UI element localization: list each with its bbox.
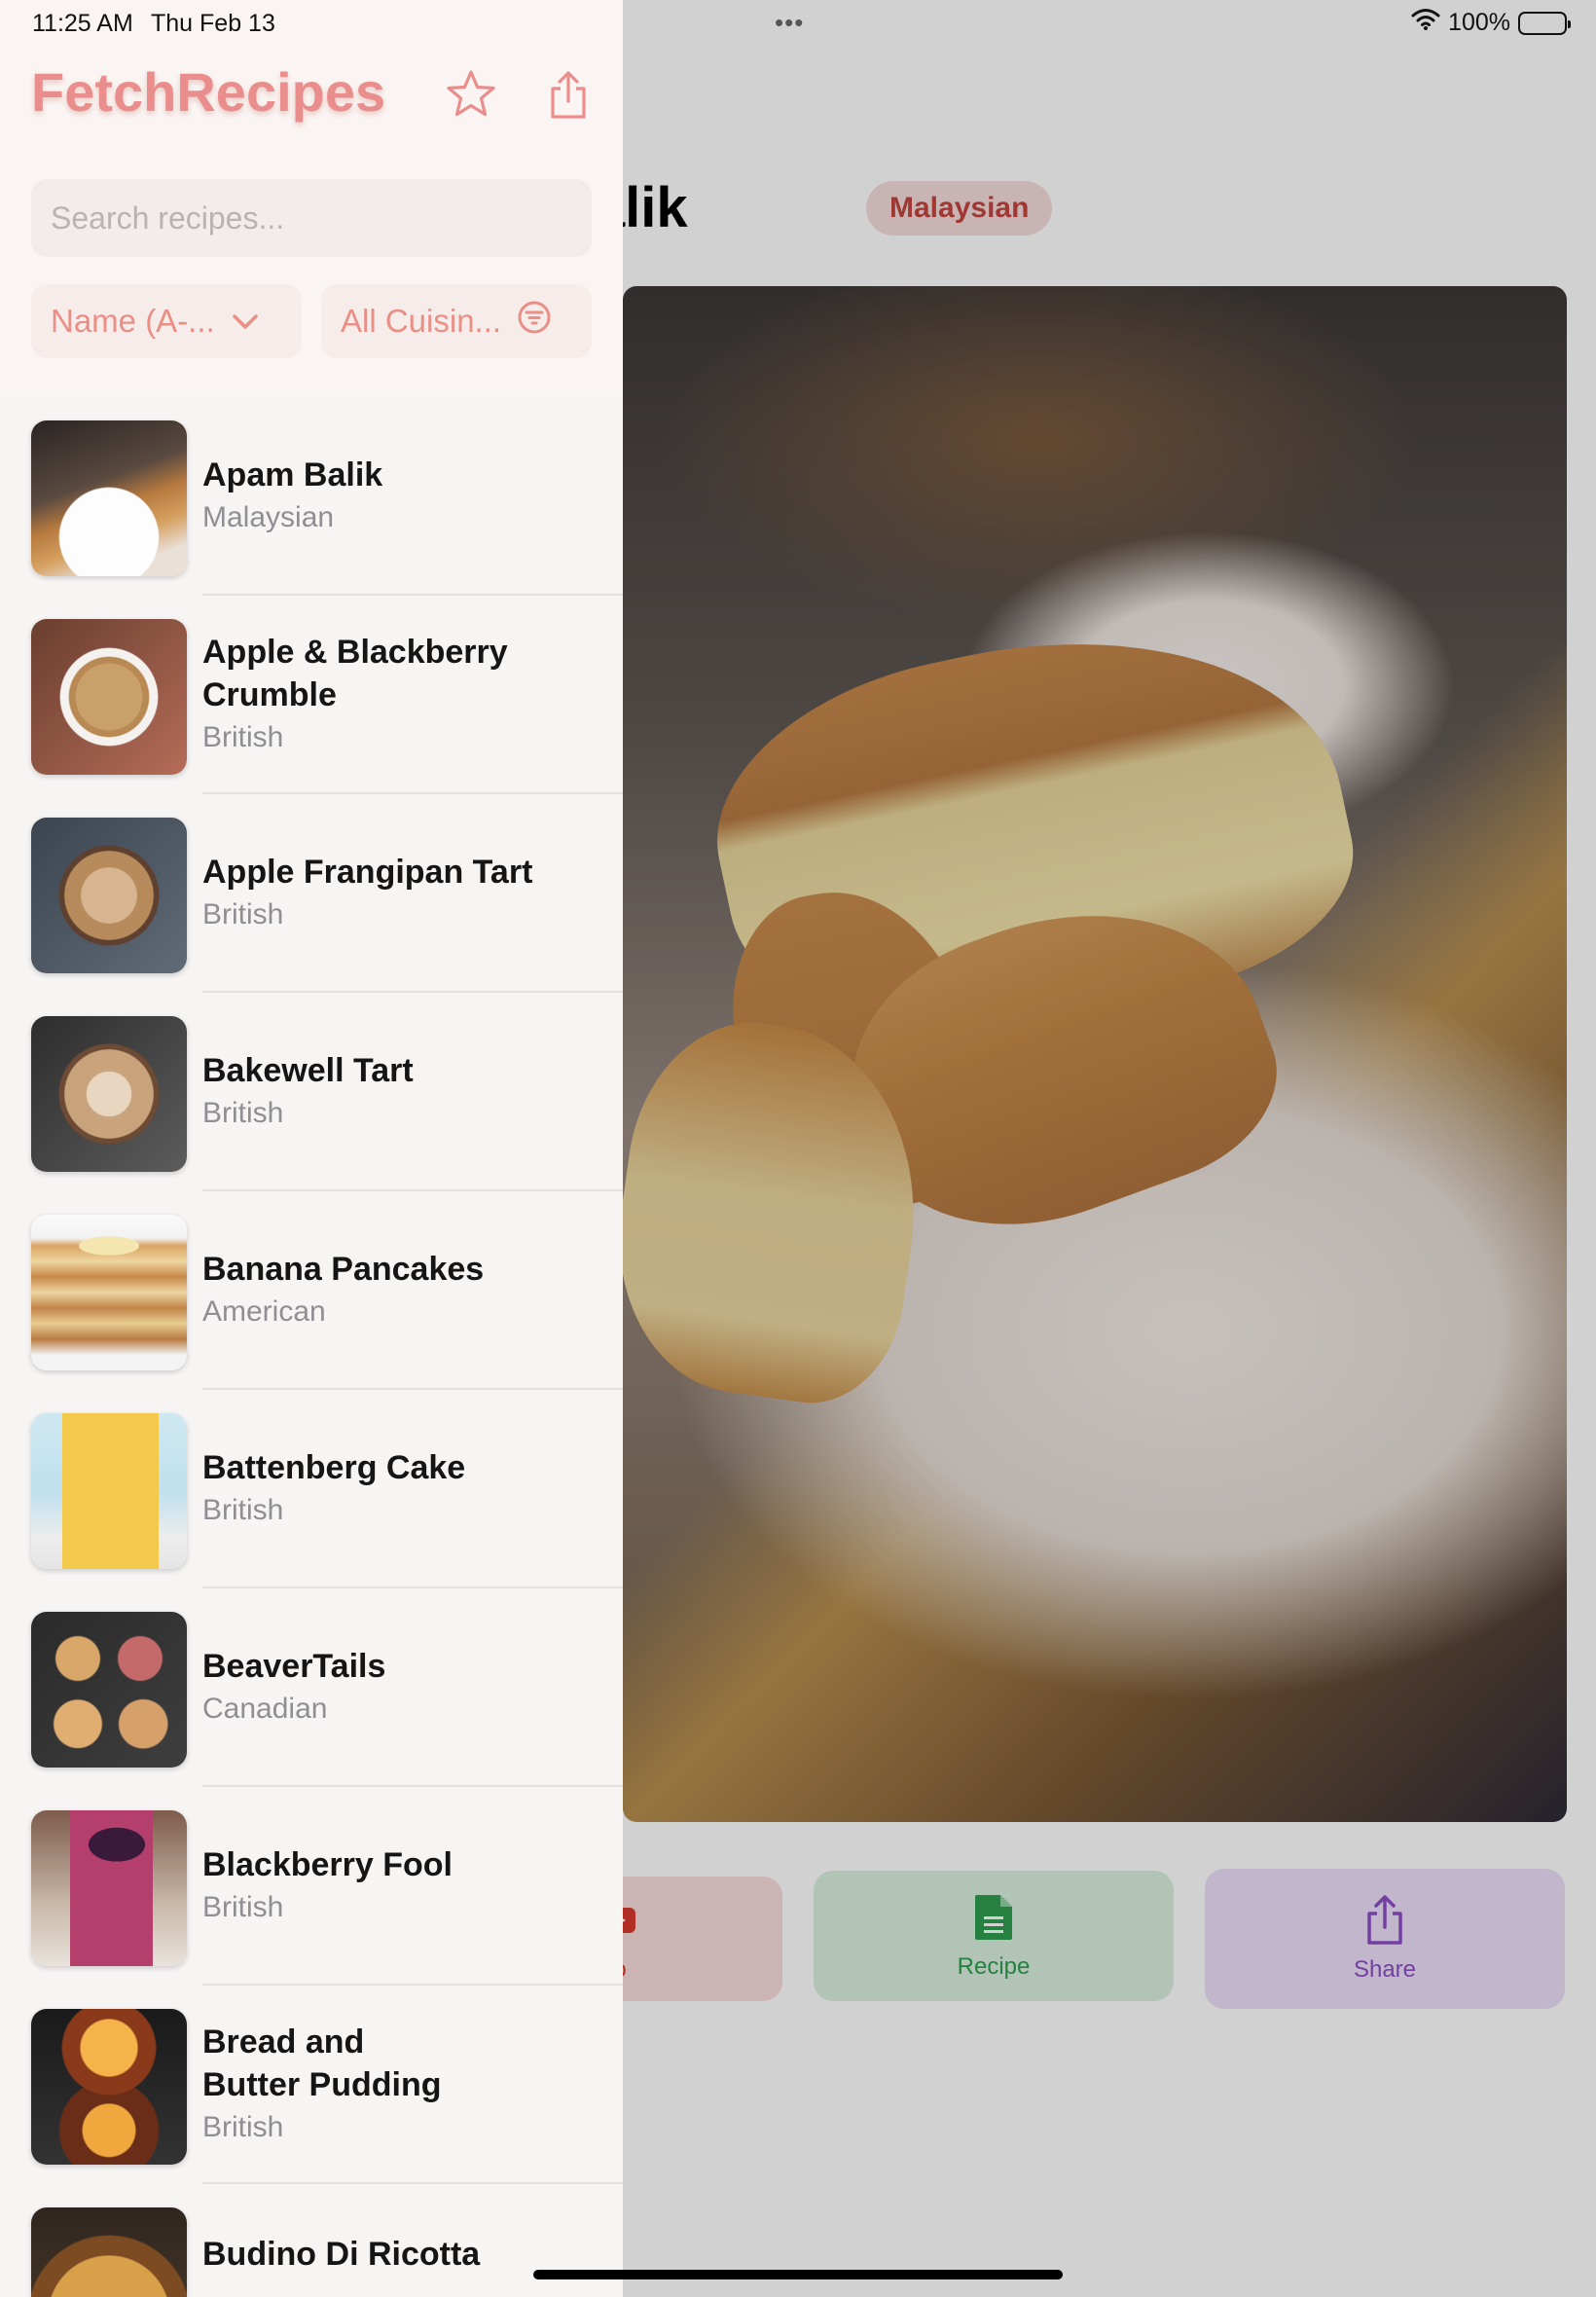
recipe-thumbnail [31, 1612, 187, 1768]
recipe-sidebar: FetchRecipes Name (A-... All Cuisin. [0, 0, 623, 2297]
share-icon [547, 70, 590, 126]
recipe-cuisine: British [202, 721, 284, 753]
recipe-thumbnail [31, 2207, 187, 2297]
recipe-thumbnail [31, 1810, 187, 1966]
recipe-thumbnail [31, 2009, 187, 2165]
recipe-row[interactable]: Battenberg Cake British [0, 1390, 623, 1588]
recipe-thumbnail [31, 619, 187, 775]
recipe-cuisine: Canadian [202, 1693, 328, 1725]
recipe-cuisine: British [202, 1494, 284, 1526]
recipe-name: Apam Balik [202, 456, 383, 493]
recipe-cuisine: British [202, 898, 284, 930]
sort-picker-label: Name (A-... [51, 303, 215, 339]
recipe-cuisine: Malaysian [202, 501, 335, 533]
recipe-cuisine: British [202, 2111, 284, 2143]
home-indicator[interactable] [533, 2270, 1063, 2279]
wifi-icon [1411, 8, 1440, 38]
status-indicators: 100% [1411, 8, 1571, 38]
app-title: FetchRecipes [31, 61, 386, 123]
favorites-button[interactable] [444, 68, 498, 123]
recipe-row[interactable]: BeaverTails Canadian [0, 1588, 623, 1787]
star-icon [446, 69, 496, 123]
recipe-name: Banana Pancakes [202, 1251, 485, 1288]
recipe-name: Bakewell Tart [202, 1052, 414, 1089]
filter-circle-icon [517, 300, 552, 343]
app-window: am Balik Malaysian o Recipe Share [0, 0, 1596, 2297]
recipe-thumbnail [31, 1413, 187, 1569]
multitasking-dots[interactable]: ••• [775, 8, 804, 38]
status-date: Thu Feb 13 [151, 10, 275, 37]
recipe-list: Apam Balik Malaysian Apple & Blackberry … [0, 397, 623, 2297]
recipe-thumbnail [31, 1215, 187, 1370]
cuisine-filter-label: All Cuisin... [341, 303, 502, 339]
recipe-row[interactable]: Bakewell Tart British [0, 993, 623, 1191]
sort-picker[interactable]: Name (A-... [31, 284, 302, 358]
status-bar: 11:25 AM Thu Feb 13 ••• 100% [0, 0, 1596, 45]
search-input[interactable] [31, 179, 592, 257]
recipe-row[interactable]: Blackberry Fool British [0, 1787, 623, 1986]
recipe-name: Apple Frangipan Tart [202, 854, 533, 891]
recipe-name: Apple & Blackberry Crumble [202, 634, 508, 713]
recipe-thumbnail [31, 1016, 187, 1172]
recipe-row[interactable]: Apple & Blackberry Crumble British [0, 596, 623, 794]
share-list-button[interactable] [541, 70, 596, 125]
recipe-name: Bread and Butter Pudding [202, 2024, 442, 2103]
battery-icon [1518, 11, 1571, 35]
recipe-row[interactable]: Banana Pancakes American [0, 1191, 623, 1390]
recipe-row[interactable]: Apam Balik Malaysian [0, 397, 623, 596]
recipe-cuisine: British [202, 1097, 284, 1129]
recipe-cuisine: American [202, 1295, 326, 1328]
cuisine-filter-picker[interactable]: All Cuisin... [321, 284, 592, 358]
recipe-name: Blackberry Fool [202, 1846, 453, 1883]
battery-percentage: 100% [1448, 9, 1510, 36]
chevron-down-icon [231, 303, 260, 340]
recipe-row[interactable]: Budino Di Ricotta [0, 2184, 623, 2297]
recipe-row[interactable]: Apple Frangipan Tart British [0, 794, 623, 993]
recipe-thumbnail [31, 818, 187, 973]
recipe-name: Battenberg Cake [202, 1449, 466, 1486]
recipe-name: BeaverTails [202, 1648, 386, 1685]
sidebar-header: FetchRecipes Name (A-... All Cuisin. [0, 0, 623, 397]
recipe-thumbnail [31, 420, 187, 576]
recipe-row[interactable]: Bread and Butter Pudding British [0, 1986, 623, 2184]
status-time: 11:25 AM [32, 10, 133, 37]
recipe-cuisine: British [202, 1891, 284, 1923]
